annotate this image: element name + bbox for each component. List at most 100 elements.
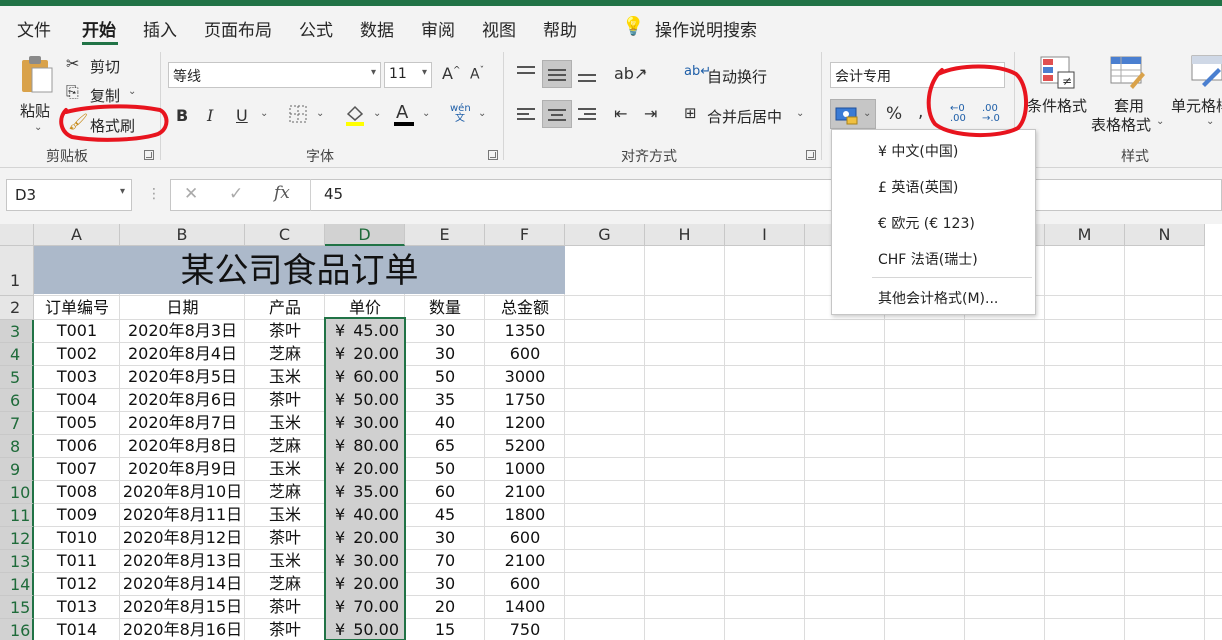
data-cell[interactable]: 2020年8月4日 [120,343,245,366]
row-header[interactable]: 1 [0,246,34,296]
column-header[interactable]: G [565,224,645,246]
font-size-select[interactable]: 11 ▾ [384,62,432,88]
column-header[interactable]: E [405,224,485,246]
data-cell[interactable]: 60 [405,481,485,504]
data-cell[interactable]: 2020年8月3日 [120,320,245,343]
row-header[interactable]: 13 [0,550,34,573]
data-cell[interactable]: 65 [405,435,485,458]
data-cell[interactable]: 2020年8月5日 [120,366,245,389]
fill-color-icon[interactable] [344,104,366,126]
data-cell[interactable]: 50 [405,366,485,389]
data-cell[interactable]: 2020年8月15日 [120,596,245,619]
column-header[interactable]: F [485,224,565,246]
name-box[interactable]: D3 ▾ [6,179,132,211]
alignment-launcher-icon[interactable] [806,150,816,160]
data-cell[interactable]: 40 [405,412,485,435]
data-cell[interactable]: 2020年8月12日 [120,527,245,550]
data-cell[interactable]: 1400 [485,596,565,619]
chevron-down-icon[interactable]: ⌄ [316,108,324,119]
header-cell[interactable]: 日期 [120,296,245,320]
italic-button[interactable]: I [207,106,213,125]
data-cell[interactable]: 芝麻 [245,481,325,504]
row-header[interactable]: 15 [0,596,34,619]
row-header[interactable]: 6 [0,389,34,412]
data-cell[interactable]: T001 [34,320,120,343]
accounting-format-button[interactable]: ⌄ [830,99,876,129]
data-cell[interactable]: 30 [405,343,485,366]
chevron-down-icon[interactable]: ⌄ [1206,116,1214,127]
data-cell[interactable]: 1350 [485,320,565,343]
data-cell[interactable]: 45 [405,504,485,527]
header-cell[interactable]: 数量 [405,296,485,320]
cut-button[interactable]: 剪切 [90,56,120,77]
drag-handle-icon[interactable]: ⋮ [147,186,161,202]
tab-view[interactable]: 视图 [482,16,516,41]
data-cell[interactable]: 茶叶 [245,527,325,550]
decrease-indent-icon[interactable]: ⇤ [614,104,627,123]
column-header[interactable]: D [325,224,405,246]
data-cell[interactable]: T009 [34,504,120,527]
column-header[interactable]: H [645,224,725,246]
number-format-select[interactable]: 会计专用 [830,62,1005,88]
tab-insert[interactable]: 插入 [143,16,177,41]
tell-me-search[interactable]: 操作说明搜索 [655,16,757,41]
conditional-format-button[interactable]: 条件格式 [1027,95,1087,116]
data-cell[interactable]: 茶叶 [245,619,325,640]
chevron-down-icon[interactable]: ⌄ [796,108,804,119]
column-header[interactable]: A [34,224,120,246]
row-header[interactable]: 4 [0,343,34,366]
tab-page-layout[interactable]: 页面布局 [204,16,272,41]
data-cell[interactable]: 3000 [485,366,565,389]
cell-styles-button[interactable]: 单元格样 [1171,95,1222,116]
data-cell[interactable]: 600 [485,343,565,366]
insert-function-icon[interactable]: fx [274,183,290,203]
underline-button[interactable]: U [236,106,248,125]
header-cell[interactable]: 总金额 [485,296,565,320]
data-cell[interactable]: 1200 [485,412,565,435]
paste-button[interactable]: 粘贴 ⌄ [16,52,60,133]
data-cell[interactable]: 2020年8月6日 [120,389,245,412]
data-cell[interactable]: 600 [485,573,565,596]
data-cell[interactable]: T013 [34,596,120,619]
data-cell[interactable]: 5200 [485,435,565,458]
data-cell[interactable]: 20 [405,596,485,619]
row-header[interactable]: 11 [0,504,34,527]
bold-button[interactable]: B [176,106,188,125]
align-middle-icon[interactable] [542,60,572,88]
dropdown-item-gbp[interactable]: £ 英语(英国) [878,177,958,197]
font-name-select[interactable]: 等线 ▾ [168,62,381,88]
data-cell[interactable]: 2020年8月16日 [120,619,245,640]
tab-help[interactable]: 帮助 [543,16,577,41]
data-cell[interactable]: 2020年8月7日 [120,412,245,435]
merge-center-button[interactable]: 合并后居中 [707,106,782,127]
clipboard-launcher-icon[interactable] [144,150,154,160]
data-cell[interactable]: 15 [405,619,485,640]
data-cell[interactable]: 芝麻 [245,343,325,366]
row-header[interactable]: 2 [0,296,34,320]
column-header[interactable]: N [1125,224,1205,246]
row-header[interactable]: 14 [0,573,34,596]
chevron-down-icon[interactable]: ⌄ [1156,116,1164,127]
row-header[interactable]: 10 [0,481,34,504]
data-cell[interactable]: 30 [405,320,485,343]
data-cell[interactable]: 1000 [485,458,565,481]
chevron-down-icon[interactable]: ⌄ [640,66,648,77]
wrap-text-button[interactable]: 自动换行 [707,66,767,87]
data-cell[interactable]: T014 [34,619,120,640]
data-cell[interactable]: 芝麻 [245,435,325,458]
data-cell[interactable]: T012 [34,573,120,596]
chevron-down-icon[interactable]: ⌄ [373,108,381,119]
increase-font-icon[interactable]: A^ [442,64,461,83]
column-header[interactable]: C [245,224,325,246]
sheet-title[interactable]: 某公司食品订单 [34,246,565,294]
chevron-down-icon[interactable]: ⌄ [260,108,268,119]
data-cell[interactable]: T007 [34,458,120,481]
data-cell[interactable]: T010 [34,527,120,550]
align-center-icon[interactable] [542,100,572,128]
data-cell[interactable]: T003 [34,366,120,389]
table-format-label-1[interactable]: 套用 [1114,95,1144,116]
chevron-down-icon[interactable]: ⌄ [422,108,430,119]
data-cell[interactable]: 30 [405,527,485,550]
column-header[interactable]: M [1045,224,1125,246]
data-cell[interactable]: 2100 [485,550,565,573]
